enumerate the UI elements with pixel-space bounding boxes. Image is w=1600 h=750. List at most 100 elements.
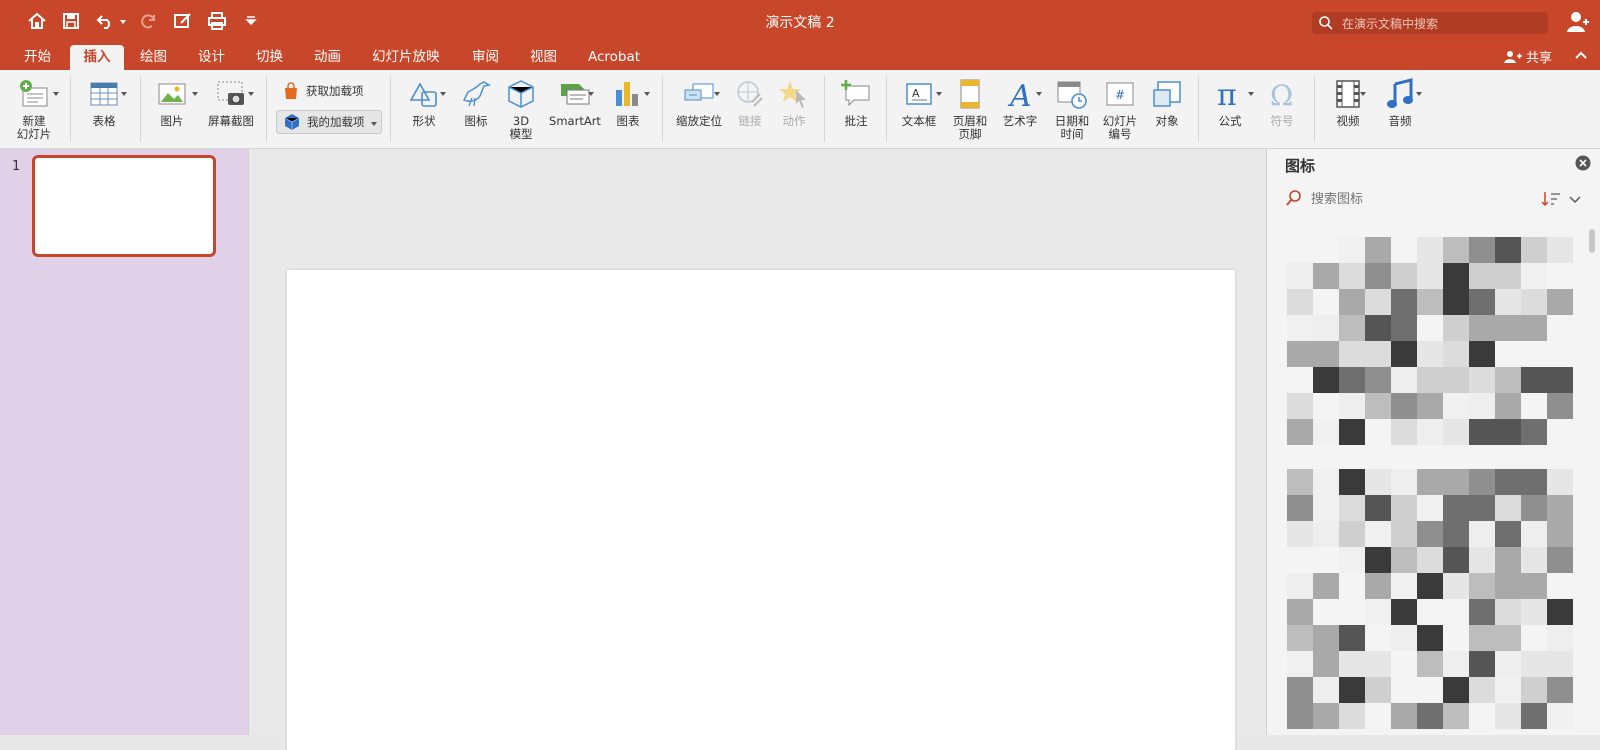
- icons-pane: 图标: [1266, 149, 1600, 735]
- symbol-button: Ω 符号: [1260, 76, 1304, 128]
- chart-button[interactable]: 图表: [608, 76, 648, 128]
- add-person-icon: [1504, 50, 1522, 63]
- cube-icon: [508, 80, 534, 108]
- equation-button[interactable]: π 公式: [1208, 76, 1252, 128]
- account-icon[interactable]: [1566, 10, 1590, 34]
- table-button[interactable]: 表格: [82, 76, 126, 128]
- chart-dropdown-icon[interactable]: [644, 92, 650, 96]
- tab-acrobat[interactable]: Acrobat: [582, 45, 646, 70]
- header-footer-button[interactable]: 页眉和 页脚: [948, 76, 992, 141]
- tab-transitions[interactable]: 切换: [250, 45, 289, 70]
- my-addins-dropdown-icon[interactable]: [371, 122, 377, 126]
- new-slide-label: 新建 幻灯片: [16, 114, 52, 141]
- smartart-label: SmartArt: [549, 114, 601, 128]
- search-icon: [1286, 190, 1301, 206]
- video-dropdown-icon[interactable]: [1360, 92, 1366, 96]
- ribbon-separator: [886, 76, 887, 142]
- zoom-dropdown-icon[interactable]: [714, 92, 720, 96]
- sort-icon[interactable]: [1541, 190, 1561, 208]
- slide-canvas[interactable]: [287, 270, 1235, 750]
- date-time-button[interactable]: 日期和 时间: [1050, 76, 1094, 141]
- tab-view[interactable]: 视图: [524, 45, 563, 70]
- ribbon-insert: 新建 幻灯片 表格 图片 屏幕截图 获取加载项 我的加载项 形状 图标 3D 模…: [0, 70, 1600, 149]
- textbox-label: 文本框: [901, 114, 937, 128]
- addin-cube-icon: [284, 114, 300, 130]
- store-bag-icon: [285, 82, 297, 99]
- ribbon-separator: [266, 76, 267, 142]
- get-addins-label: 获取加载项: [306, 84, 364, 98]
- shapes-button[interactable]: 形状: [402, 76, 446, 128]
- slide-thumbnail[interactable]: [32, 155, 216, 257]
- picture-button[interactable]: 图片: [152, 76, 192, 128]
- smartart-dropdown-icon[interactable]: [588, 92, 594, 96]
- ribbon-tabs: 开始 插入 绘图 设计 切换 动画 幻灯片放映 审阅 视图 Acrobat 共享: [0, 45, 1600, 70]
- icons-bird-icon: [462, 81, 492, 107]
- new-slide-button[interactable]: 新建 幻灯片: [8, 76, 60, 141]
- screenshot-dropdown-icon[interactable]: [248, 92, 254, 96]
- icon-search-input[interactable]: [1309, 191, 1513, 208]
- slide-number-button[interactable]: # 幻灯片 编号: [1096, 76, 1144, 141]
- search-box[interactable]: 在演示文稿中搜索: [1312, 12, 1548, 34]
- object-button[interactable]: 对象: [1146, 76, 1188, 128]
- 3d-model-button[interactable]: 3D 模型: [503, 76, 539, 141]
- scrollbar[interactable]: [1589, 229, 1595, 253]
- svg-text:A: A: [1007, 79, 1032, 110]
- chevron-down-icon[interactable]: [1569, 193, 1581, 205]
- textbox-dropdown-icon[interactable]: [936, 92, 942, 96]
- chart-icon: [616, 82, 638, 106]
- omega-icon: Ω: [1270, 79, 1293, 110]
- wordart-button[interactable]: A 艺术字: [998, 76, 1042, 128]
- shapes-label: 形状: [412, 114, 436, 128]
- slide-thumbnails-pane: 1: [0, 149, 248, 735]
- shapes-dropdown-icon[interactable]: [440, 92, 446, 96]
- tab-review[interactable]: 审阅: [466, 45, 505, 70]
- textbox-icon: A: [906, 83, 932, 105]
- header-footer-label: 页眉和 页脚: [952, 114, 988, 141]
- smartart-button[interactable]: SmartArt: [546, 76, 604, 128]
- tab-home[interactable]: 开始: [18, 45, 57, 70]
- comment-button[interactable]: 批注: [836, 76, 876, 128]
- video-button[interactable]: 视频: [1326, 76, 1370, 128]
- tab-slideshow[interactable]: 幻灯片放映: [366, 45, 446, 70]
- close-icon[interactable]: [1575, 155, 1591, 171]
- audio-dropdown-icon[interactable]: [1416, 92, 1422, 96]
- search-placeholder: 在演示文稿中搜索: [1342, 17, 1439, 31]
- audio-button[interactable]: 音频: [1378, 76, 1422, 128]
- tab-animations[interactable]: 动画: [308, 45, 347, 70]
- icons-button[interactable]: 图标: [456, 76, 496, 128]
- shapes-icon: [409, 82, 437, 107]
- slide-number-icon: #: [1106, 82, 1134, 106]
- smartart-icon: [561, 84, 590, 105]
- svg-text:A: A: [912, 87, 920, 100]
- action-button: 动作: [774, 76, 814, 128]
- ribbon-separator: [662, 76, 663, 142]
- tab-insert[interactable]: 插入: [70, 45, 124, 70]
- chart-label: 图表: [616, 114, 640, 128]
- date-time-label: 日期和 时间: [1054, 114, 1090, 141]
- zoom-button[interactable]: 缩放定位: [672, 76, 726, 128]
- new-slide-icon: [20, 80, 48, 107]
- link-label: 链接: [738, 114, 762, 128]
- screenshot-label: 屏幕截图: [208, 114, 254, 128]
- tab-draw[interactable]: 绘图: [134, 45, 173, 70]
- search-icon: [1319, 16, 1333, 30]
- equation-dropdown-icon[interactable]: [1248, 92, 1254, 96]
- table-dropdown-icon[interactable]: [121, 92, 127, 96]
- calendar-clock-icon: [1057, 81, 1087, 109]
- tab-design[interactable]: 设计: [192, 45, 231, 70]
- wordart-dropdown-icon[interactable]: [1036, 92, 1042, 96]
- svg-text:Ω: Ω: [1270, 79, 1293, 110]
- share-button[interactable]: 共享: [1504, 47, 1552, 66]
- my-addins-button[interactable]: 我的加载项: [276, 110, 382, 134]
- collapse-ribbon-icon[interactable]: [1574, 49, 1588, 63]
- screenshot-button[interactable]: 屏幕截图: [206, 76, 256, 128]
- title-bar: 演示文稿 2 在演示文稿中搜索: [0, 0, 1600, 45]
- new-slide-dropdown-icon[interactable]: [53, 92, 59, 96]
- link-globe-icon: [737, 81, 763, 107]
- textbox-button[interactable]: A 文本框: [896, 76, 942, 128]
- pi-icon: π: [1217, 78, 1237, 110]
- ribbon-separator: [390, 76, 391, 142]
- get-addins-button[interactable]: 获取加载项: [282, 82, 364, 100]
- equation-label: 公式: [1218, 114, 1242, 128]
- picture-dropdown-icon[interactable]: [192, 92, 198, 96]
